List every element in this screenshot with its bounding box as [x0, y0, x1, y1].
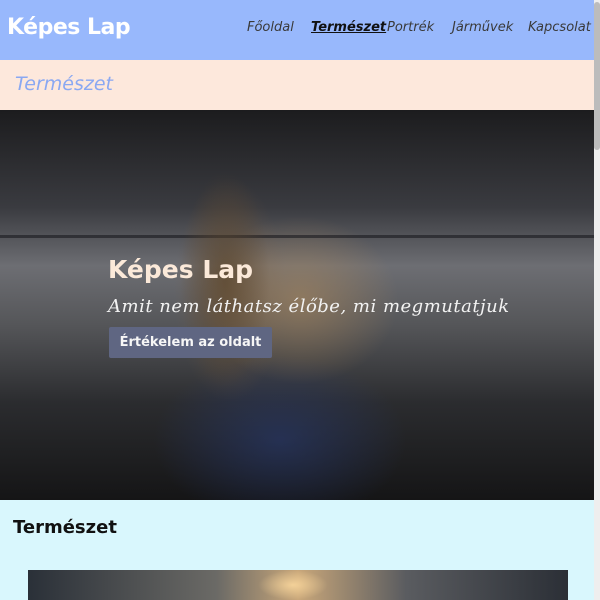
hero-horizon	[0, 235, 594, 238]
nav-link-fooldal[interactable]: Főoldal	[247, 20, 294, 35]
nav-link-portrek[interactable]: Portrék	[387, 20, 434, 35]
section-title: Természet	[13, 517, 117, 538]
lightning-glow	[258, 570, 328, 600]
brand-logo[interactable]: Képes Lap	[7, 15, 131, 40]
rate-site-button[interactable]: Értékelem az oldalt	[109, 327, 272, 358]
nav-link-termeszet[interactable]: Természet	[311, 20, 386, 35]
top-navbar: Képes Lap Főoldal Természet Portrék Járm…	[0, 0, 594, 60]
nature-photo	[28, 570, 568, 600]
nav-link-jarmuvek[interactable]: Járművek	[452, 20, 513, 35]
nav-link-kapcsolat[interactable]: Kapcsolat	[528, 20, 591, 35]
hero-title: Képes Lap	[108, 255, 254, 284]
hero-subtitle: Amit nem láthatsz élőbe, mi megmutatjuk	[108, 296, 510, 317]
page-title: Természet	[15, 73, 113, 95]
scrollbar-thumb[interactable]	[594, 2, 600, 150]
